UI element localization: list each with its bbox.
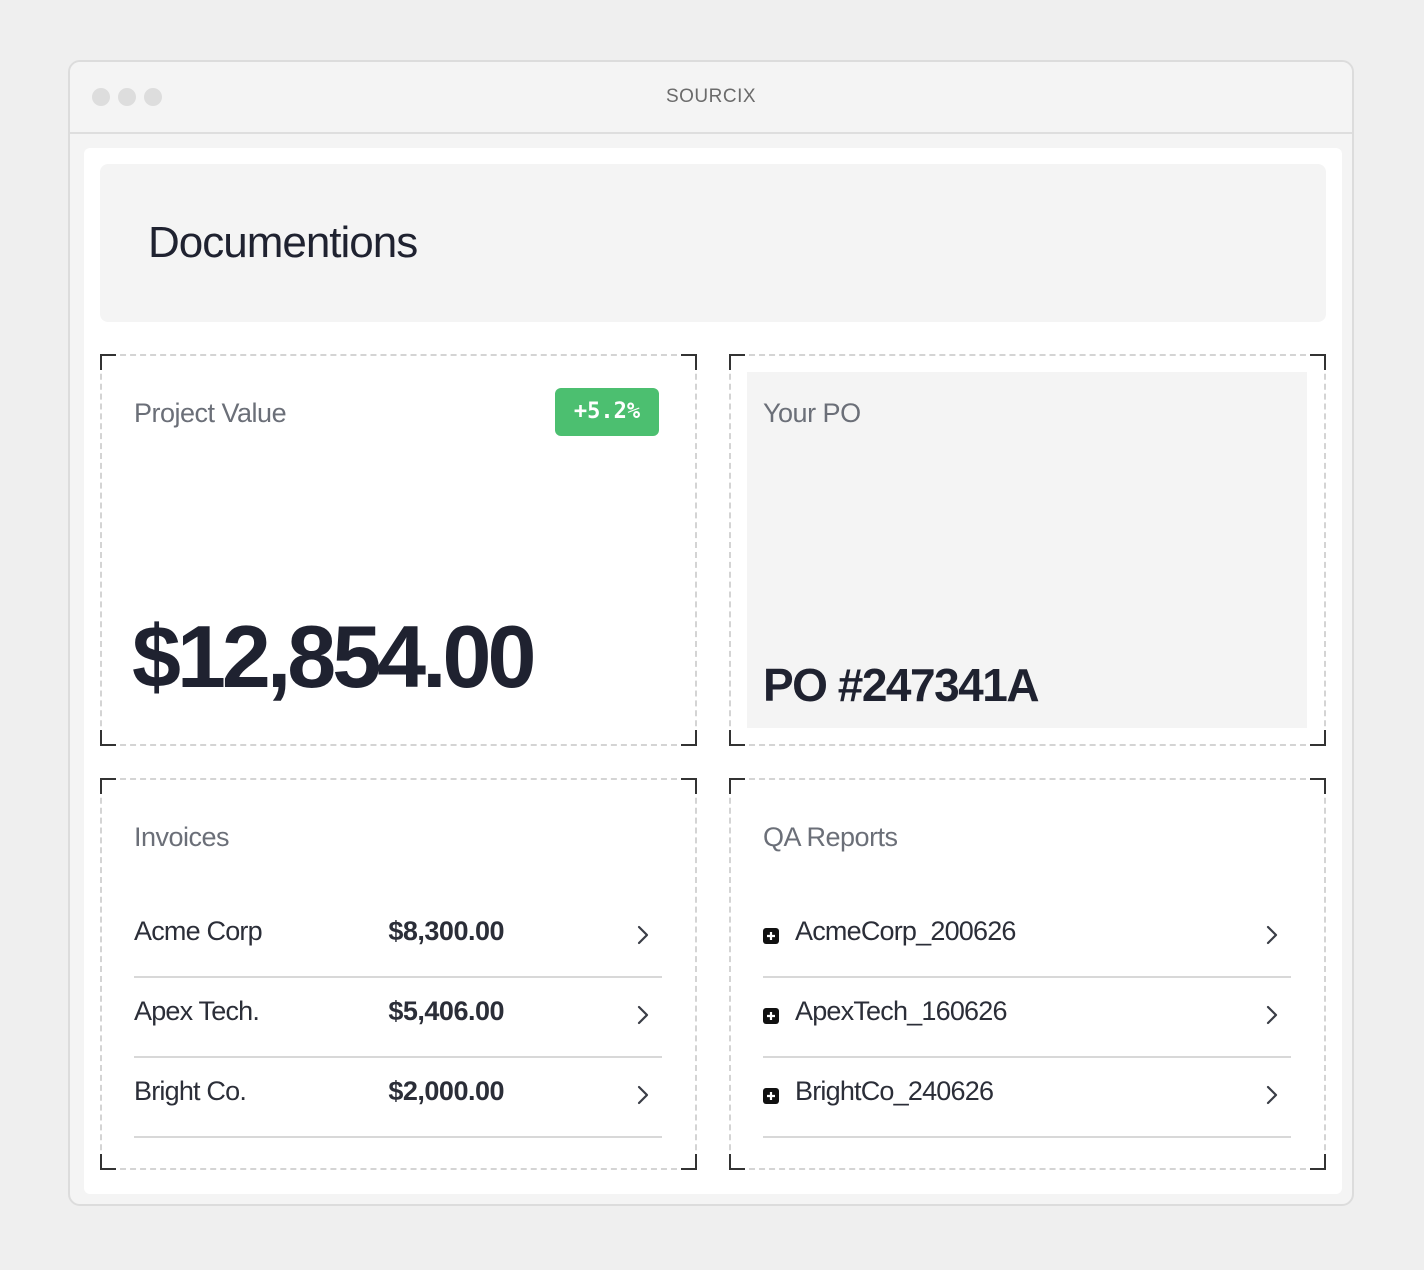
corner-mark [729, 354, 745, 370]
corner-mark [1310, 1154, 1326, 1170]
invoice-amount: $2,000.00 [388, 1076, 504, 1106]
corner-mark [729, 1154, 745, 1170]
invoice-company: Apex Tech. [134, 996, 260, 1026]
po-panel: Your PO PO #247341A [729, 354, 1326, 746]
corner-mark [100, 1154, 116, 1170]
qa-report-filename: AcmeCorp_200626 [795, 916, 1016, 946]
corner-mark [1310, 354, 1326, 370]
corner-mark [729, 778, 745, 794]
project-value-amount: $12,854.00 [132, 607, 536, 706]
po-label: Your PO [763, 398, 861, 428]
chevron-right-icon[interactable] [634, 1004, 652, 1026]
corner-mark [100, 778, 116, 794]
page-header: Documentions [100, 164, 1326, 322]
app-window: SOURCIX Documentions Project Value +5.2%… [68, 60, 1354, 1206]
corner-mark [1310, 778, 1326, 794]
corner-mark [681, 354, 697, 370]
chevron-right-icon[interactable] [1263, 1004, 1281, 1026]
chevron-right-icon[interactable] [1263, 924, 1281, 946]
invoice-list: Acme Corp $8,300.00 Apex Tech. $5,406.00… [134, 898, 662, 1138]
project-value-label: Project Value [134, 398, 287, 428]
qa-reports-label: QA Reports [763, 822, 898, 852]
corner-mark [681, 730, 697, 746]
qa-report-filename: BrightCo_240626 [795, 1076, 994, 1106]
invoices-label: Invoices [134, 822, 230, 852]
file-plus-icon [763, 1088, 779, 1104]
invoice-company: Bright Co. [134, 1076, 247, 1106]
chevron-right-icon[interactable] [634, 924, 652, 946]
invoice-amount: $5,406.00 [388, 996, 504, 1026]
qa-report-row[interactable]: ApexTech_160626 [763, 978, 1291, 1058]
file-plus-icon [763, 928, 779, 944]
qa-reports-panel: QA Reports AcmeCorp_200626 ApexTech_1606… [729, 778, 1326, 1170]
file-plus-icon [763, 1008, 779, 1024]
invoice-row[interactable]: Bright Co. $2,000.00 [134, 1058, 662, 1138]
corner-mark [681, 1154, 697, 1170]
invoice-row[interactable]: Apex Tech. $5,406.00 [134, 978, 662, 1058]
corner-mark [729, 730, 745, 746]
corner-mark [1310, 730, 1326, 746]
window-title: SOURCIX [665, 86, 757, 107]
qa-report-row[interactable]: AcmeCorp_200626 [763, 898, 1291, 978]
corner-mark [100, 730, 116, 746]
corner-mark [100, 354, 116, 370]
page-title: Documentions [148, 218, 418, 267]
qa-report-filename: ApexTech_160626 [795, 996, 1007, 1026]
window-titlebar: SOURCIX [70, 62, 1352, 134]
qa-report-row[interactable]: BrightCo_240626 [763, 1058, 1291, 1138]
qa-report-list: AcmeCorp_200626 ApexTech_160626 BrightCo… [763, 898, 1291, 1138]
invoice-company: Acme Corp [134, 916, 263, 946]
chevron-right-icon[interactable] [1263, 1084, 1281, 1106]
change-badge: +5.2% [555, 388, 659, 436]
chevron-right-icon[interactable] [634, 1084, 652, 1106]
invoice-row[interactable]: Acme Corp $8,300.00 [134, 898, 662, 978]
po-number: PO #247341A [763, 659, 1040, 711]
project-value-panel: Project Value +5.2% $12,854.00 [100, 354, 697, 746]
po-card: Your PO PO #247341A [747, 372, 1307, 728]
main-content: Documentions Project Value +5.2% $12,854… [84, 148, 1342, 1194]
invoices-panel: Invoices Acme Corp $8,300.00 Apex Tech. … [100, 778, 697, 1170]
corner-mark [681, 778, 697, 794]
invoice-amount: $8,300.00 [388, 916, 504, 946]
